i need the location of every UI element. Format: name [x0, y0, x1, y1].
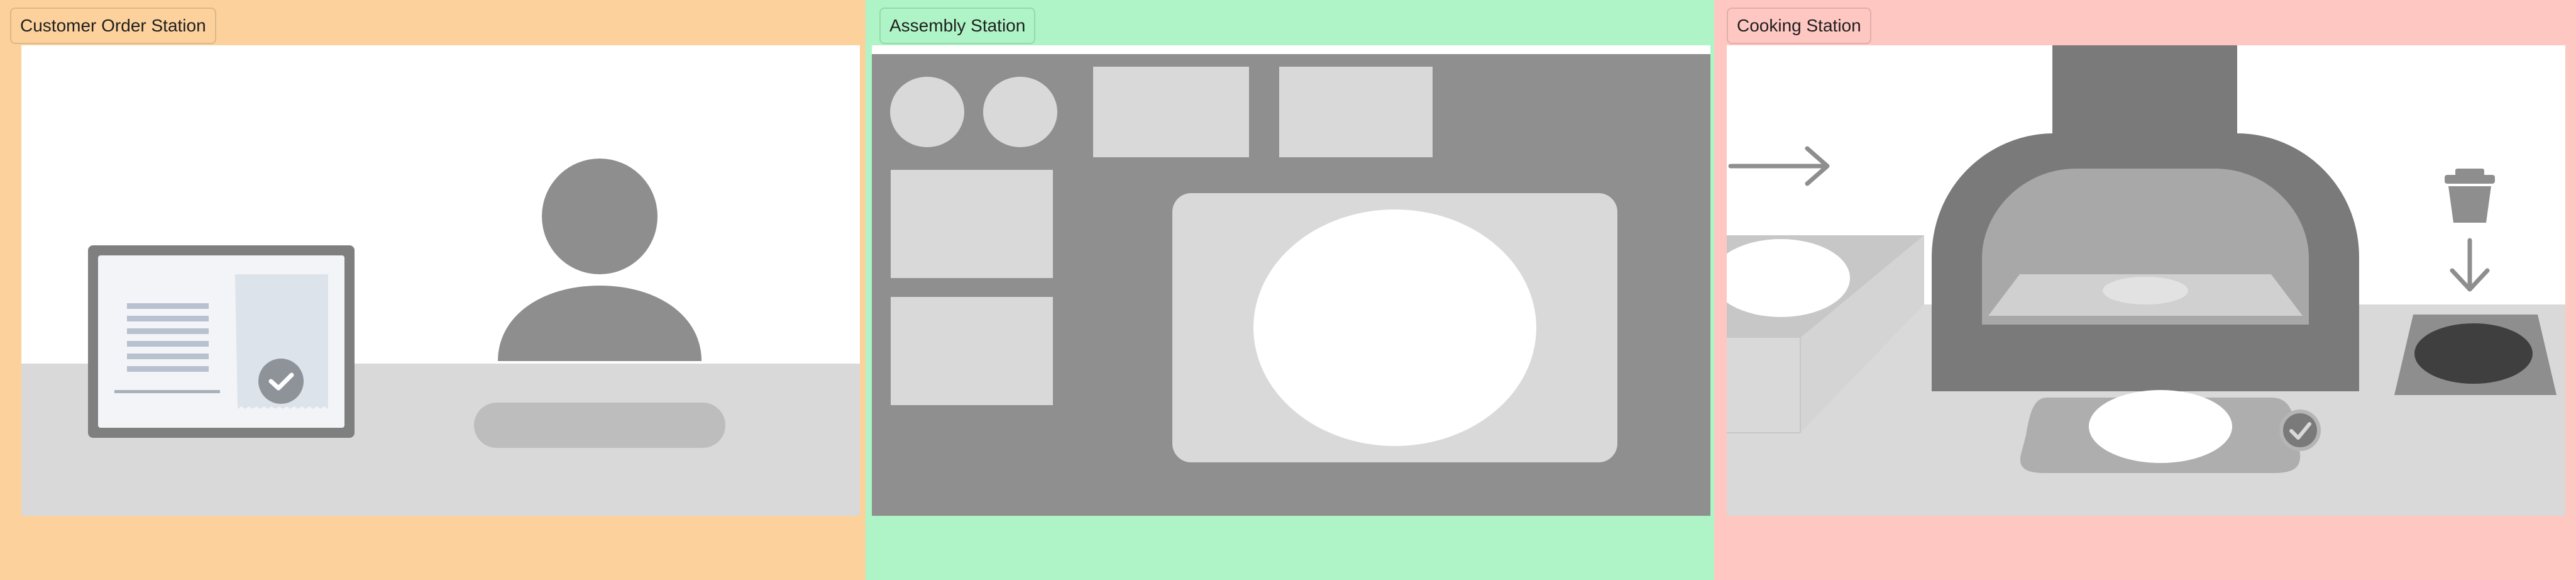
cooking-station-panel: Cooking Station — [1714, 0, 2576, 580]
station-label-cooking: Cooking Station — [1727, 8, 1871, 44]
station-label-customer-order: Customer Order Station — [10, 8, 216, 44]
customer-head — [542, 159, 658, 274]
order-divider — [114, 390, 220, 393]
cooked-pizza[interactable] — [2089, 390, 2232, 463]
ingredient-bin-round-1[interactable] — [890, 77, 964, 147]
customer-counter-slot — [474, 403, 725, 448]
baking-pizza[interactable] — [2103, 277, 2188, 304]
customer-order-station-panel: Customer Order Station — [0, 0, 866, 580]
customer-order-scene — [21, 45, 860, 516]
cooked-check-icon[interactable] — [2279, 410, 2321, 451]
output-tray[interactable] — [2020, 390, 2301, 473]
ingredient-bin-3[interactable] — [891, 170, 1053, 278]
assembly-canvas — [872, 45, 1710, 516]
assembly-station-panel: Assembly Station — [866, 0, 1714, 580]
customer-order-canvas — [21, 45, 860, 516]
disposal-tray[interactable] — [2394, 315, 2557, 395]
pizza-dough[interactable] — [1253, 209, 1536, 446]
ingredient-bin-round-2[interactable] — [983, 77, 1057, 147]
cooking-scene — [1727, 45, 2565, 516]
assembly-scene — [872, 45, 1710, 516]
ingredient-bin-4[interactable] — [891, 297, 1053, 405]
station-label-assembly: Assembly Station — [879, 8, 1036, 44]
ingredient-bin-2[interactable] — [1279, 67, 1433, 157]
order-tablet[interactable] — [88, 245, 355, 438]
ingredient-bin-1[interactable] — [1093, 67, 1249, 157]
order-confirmed-check-icon[interactable] — [258, 359, 304, 404]
discarded-pizza[interactable] — [2414, 323, 2533, 384]
cooking-canvas — [1727, 45, 2565, 516]
